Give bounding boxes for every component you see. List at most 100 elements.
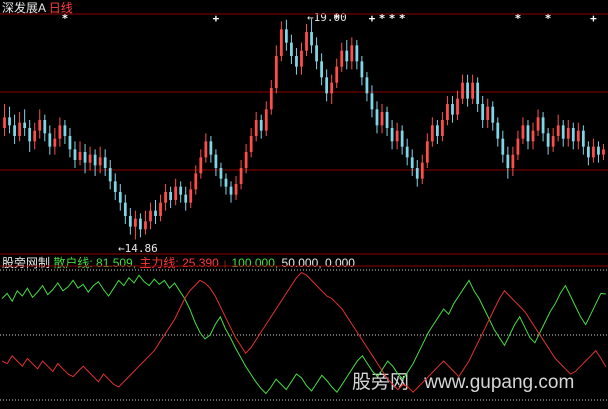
candle-body [365, 77, 369, 94]
candle-body [592, 146, 595, 158]
candle-body [23, 122, 27, 128]
candle-body [430, 125, 434, 142]
signal-marker: * [389, 12, 396, 25]
candle-body [395, 130, 399, 142]
signal-marker: + [369, 12, 376, 25]
candle-body [370, 93, 374, 110]
chart-root: 深发展A 日线 股旁网制 散户线: 81.509, 主力线: 25.390 ↓ … [0, 0, 608, 409]
candle-body [174, 186, 178, 200]
candle-body [466, 82, 469, 99]
candle-body [93, 154, 97, 166]
chart-svg: * + * + * * * * * + [0, 12, 608, 401]
candle-body [581, 130, 585, 147]
candle-body [355, 45, 359, 62]
candle-body [279, 29, 283, 56]
candle-body [586, 146, 590, 158]
candle-body [194, 173, 198, 190]
candle-body [214, 154, 218, 168]
candle-body [375, 109, 379, 126]
signal-marker: * [333, 12, 340, 25]
candle-body [63, 125, 67, 136]
candle-body [446, 104, 449, 120]
candle-body [264, 109, 268, 131]
candle-body [128, 216, 132, 227]
candle-body [486, 106, 490, 120]
candle-body [501, 138, 505, 155]
candle-body [48, 133, 52, 147]
candle-body [244, 152, 248, 168]
candle-body [516, 138, 520, 155]
candle-body [551, 136, 555, 147]
candle-body [360, 61, 364, 78]
candle-body [73, 149, 77, 160]
candle-body [491, 106, 495, 123]
candle-body [290, 42, 293, 56]
candle-body [476, 82, 480, 104]
candle-body [113, 181, 117, 192]
candle-body [204, 141, 208, 158]
candle-body [400, 130, 404, 147]
candle-body [98, 157, 102, 166]
candle-body [118, 192, 122, 203]
candle-body [78, 152, 82, 160]
candle-body [103, 157, 107, 168]
candle-body [269, 88, 273, 110]
candle-body [390, 128, 394, 142]
candle-body [531, 130, 535, 142]
candle-body [284, 29, 288, 43]
candle-body [159, 202, 162, 216]
candle-body [521, 125, 525, 139]
candle-body [566, 128, 570, 139]
candle-body [43, 120, 47, 134]
candle-body [274, 56, 278, 88]
candle-body [571, 128, 575, 142]
candle-body [441, 120, 444, 136]
candle-body [229, 186, 233, 195]
candle-body [541, 117, 545, 134]
signal-marker: + [590, 12, 597, 25]
candle-body [300, 50, 303, 67]
candle-body [169, 192, 173, 200]
candle-body [295, 56, 298, 67]
candle-body [139, 218, 142, 230]
candle-body [597, 146, 600, 155]
candle-body [224, 178, 228, 187]
candle-body [325, 77, 329, 94]
candle-body [68, 136, 72, 150]
signal-marker: * [545, 12, 552, 25]
candle-body [405, 146, 409, 158]
main-force-line [1, 271, 607, 393]
candle-body [320, 61, 324, 78]
candle-body [546, 133, 550, 147]
candle-body [53, 138, 57, 147]
candle-body [310, 32, 313, 46]
signal-marker: * [399, 12, 406, 25]
candle-body [481, 104, 485, 120]
candle-body [83, 152, 87, 163]
candle-body [340, 50, 344, 67]
candle-body [350, 45, 354, 62]
candle-body [345, 50, 349, 62]
candle-body [380, 112, 384, 126]
candle-body [179, 186, 183, 195]
candle-body [108, 168, 112, 182]
candle-body [239, 168, 243, 184]
candle-body [189, 189, 193, 203]
candle-body [184, 194, 188, 203]
candle-body [506, 154, 510, 168]
candle-body [164, 192, 167, 203]
signal-marker: * [379, 12, 386, 25]
candle-body [576, 130, 580, 142]
candle-body [219, 168, 223, 179]
candle-body [536, 117, 540, 131]
candle-body [335, 66, 339, 83]
candle-body [234, 184, 238, 195]
candle-body [28, 128, 32, 142]
candle-body [435, 125, 439, 136]
candle-body [149, 210, 152, 222]
candle-body [496, 122, 500, 139]
candle-body [526, 125, 530, 142]
candle-body [133, 218, 137, 227]
candle-body [305, 32, 308, 51]
signal-marker: * [515, 12, 522, 25]
